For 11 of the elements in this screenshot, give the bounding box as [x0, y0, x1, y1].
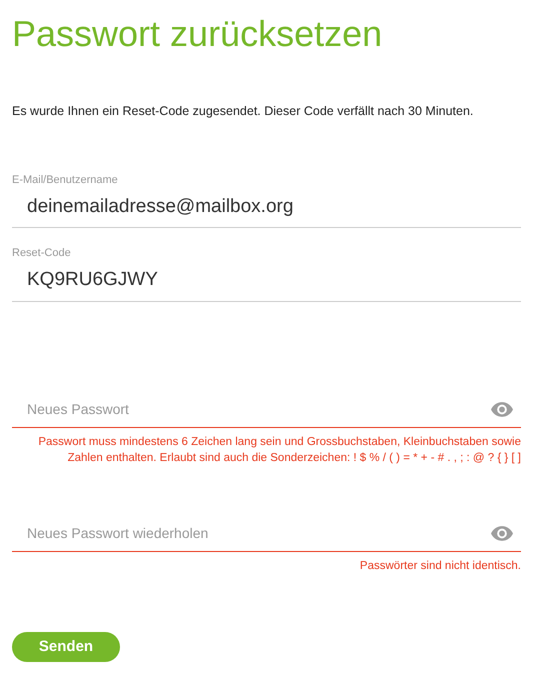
error-message: Passwörter sind nicht identisch. — [358, 558, 521, 574]
field-label: E-Mail/Benutzername — [12, 172, 119, 187]
field-label: Reset-Code — [12, 246, 72, 260]
input-field[interactable]: KQ9RU6GJWY — [12, 260, 521, 302]
page-title: Passwort zurücksetzen — [12, 12, 384, 56]
password-field[interactable]: Neues Passwort wiederholen — [12, 516, 521, 552]
error-message: Passwort muss mindestens 6 Zeichen lang sein und Grossbuchstaben, Kleinbuchstaben sowie Zahlen enthalten. Erlaubt sind auch die Sonderzeichen: ! $ % / ( ) = * + - # . , ; : @ ? { } [ ] — [37, 434, 521, 466]
eye-icon[interactable] — [491, 526, 513, 541]
eye-icon[interactable] — [491, 402, 513, 417]
intro-text: Es wurde Ihnen ein Reset-Code zugesendet. Dieser Code verfällt nach 30 Minuten. — [12, 103, 474, 120]
input-field[interactable]: deinemailadresse@mailbox.org — [12, 186, 521, 228]
